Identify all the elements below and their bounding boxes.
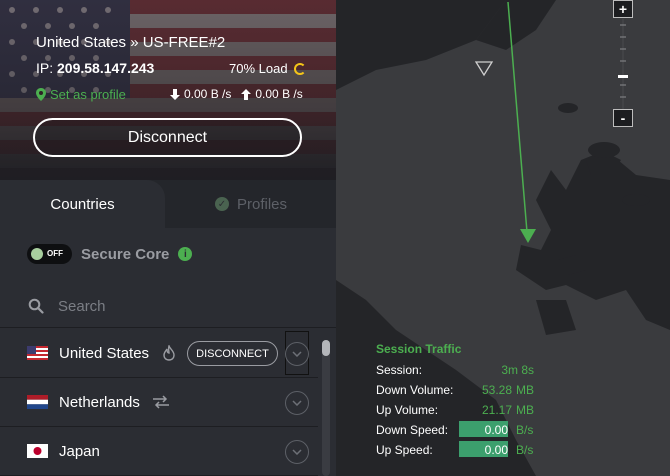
zoom-control: + - [613,0,633,128]
down-volume-row: Down Volume: 53.28 MB [376,383,534,397]
tab-profiles[interactable]: ✓ Profiles [166,180,336,228]
tab-bar: Countries ✓ Profiles [0,180,336,228]
chevron-down-icon[interactable] [285,342,309,366]
secure-core-toggle[interactable]: OFF [27,244,72,264]
zoom-in-button[interactable]: + [613,0,633,18]
us-flag-icon [27,346,48,360]
country-name: Japan [59,442,100,460]
search-bar [0,285,336,328]
session-traffic-title: Session Traffic [376,342,462,356]
zoom-out-button[interactable]: - [613,109,633,127]
search-icon [28,298,44,314]
server-load: 70% Load [229,61,306,76]
chevron-down-icon[interactable] [285,391,309,415]
tor-swap-icon [152,395,169,409]
info-icon[interactable]: i [178,247,193,261]
country-name: Netherlands [59,393,140,411]
sidebar-panel: United States » US-FREE#2 IP: 209.58.147… [0,0,336,476]
scrollbar[interactable] [318,330,336,476]
session-traffic-panel: Session Traffic Session: 3m 8s Down Volu… [376,342,536,460]
up-volume-value: 21.17 [481,403,512,417]
secure-core-label: Secure Core [81,245,170,263]
ip-address: IP: 209.58.147.243 [36,60,155,76]
down-speed-value: 0.00 [484,423,508,437]
up-speed-row: Up Speed: 0.00 B/s [376,441,534,457]
arrow-up-icon [241,88,252,100]
set-as-profile-link[interactable]: Set as profile [36,87,126,102]
arrow-down-icon [170,88,180,100]
country-name: United States [59,344,150,362]
row-disconnect-button[interactable]: DISCONNECT [187,341,278,366]
disconnect-button[interactable]: Disconnect [33,118,302,157]
chevron-down-icon[interactable] [285,440,309,464]
connection-header: United States » US-FREE#2 IP: 209.58.147… [0,0,336,180]
search-input[interactable] [58,297,308,315]
country-row-japan[interactable]: Japan [0,427,318,476]
load-ring-icon [293,62,306,75]
ip-value: 209.58.147.243 [57,60,155,76]
session-row: Session: 3m 8s [376,363,534,377]
zoom-slider[interactable] [613,19,633,109]
p2p-icon [163,345,175,361]
down-volume-value: 53.28 [481,383,512,397]
location-pin-icon [36,88,46,101]
country-row-united-states[interactable]: United States DISCONNECT [0,329,318,378]
check-circle-icon: ✓ [214,197,229,211]
scrollbar-thumb[interactable] [322,340,330,356]
japan-flag-icon [27,444,48,458]
down-speed-row: Down Speed: 0.00 B/s [376,421,534,437]
server-name: United States » US-FREE#2 [36,34,226,51]
country-row-netherlands[interactable]: Netherlands [0,378,318,427]
up-volume-row: Up Volume: 21.17 MB [376,403,534,417]
tab-countries[interactable]: Countries [0,180,165,228]
up-speed-value: 0.00 [484,443,508,457]
zoom-slider-handle [618,75,628,78]
session-duration: 3m 8s [501,363,534,377]
secure-core-row: OFF Secure Core i [0,228,336,280]
speed-indicator: 0.00 B /s 0.00 B /s [170,87,303,101]
netherlands-flag-icon [27,395,48,409]
